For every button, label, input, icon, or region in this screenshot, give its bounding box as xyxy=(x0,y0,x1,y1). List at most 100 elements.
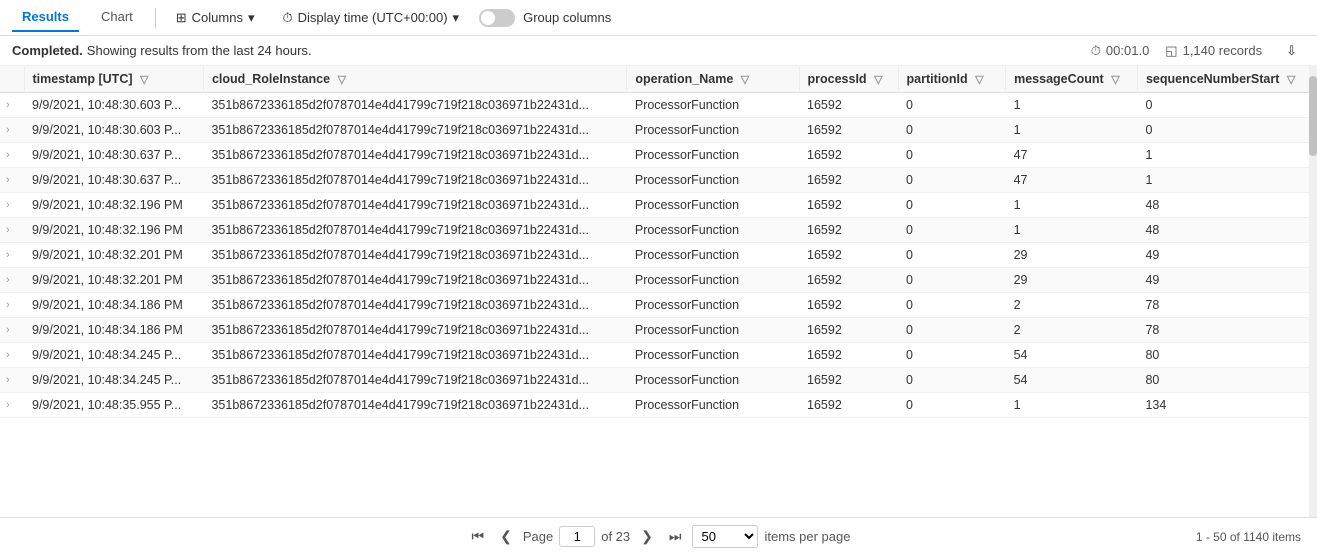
cell-cloud-6: 351b8672336185d2f0787014e4d41799c719f218… xyxy=(203,243,626,268)
seqnum-filter-icon[interactable]: ▽ xyxy=(1287,74,1295,86)
processid-filter-icon[interactable]: ▽ xyxy=(874,74,882,86)
col-partitionid-header[interactable]: partitionId ▽ xyxy=(898,66,1006,93)
group-columns-label: Group columns xyxy=(523,10,611,25)
cell-timestamp-3: 9/9/2021, 10:48:30.637 P... xyxy=(24,168,203,193)
duration-value: 00:01.0 xyxy=(1106,43,1149,58)
cell-seqnum-1: 0 xyxy=(1137,118,1316,143)
table-row[interactable]: › 9/9/2021, 10:48:30.603 P... 351b867233… xyxy=(0,93,1317,118)
cell-partitionid-9: 0 xyxy=(898,318,1006,343)
display-time-button[interactable]: ⏱ Display time (UTC+00:00) ▾ xyxy=(275,6,468,30)
cell-cloud-10: 351b8672336185d2f0787014e4d41799c719f218… xyxy=(203,343,626,368)
cell-operation-4: ProcessorFunction xyxy=(627,193,799,218)
tab-results[interactable]: Results xyxy=(12,3,79,32)
next-page-button[interactable]: ❯ xyxy=(636,526,658,547)
table-row[interactable]: › 9/9/2021, 10:48:30.603 P... 351b867233… xyxy=(0,118,1317,143)
scrollbar-track[interactable] xyxy=(1309,66,1317,517)
cell-operation-2: ProcessorFunction xyxy=(627,143,799,168)
last-page-button[interactable]: ⏭ xyxy=(664,526,687,547)
status-completed-label: Completed. xyxy=(12,43,83,58)
col-timestamp-header[interactable]: timestamp [UTC] ▽ xyxy=(24,66,203,93)
scrollbar-thumb[interactable] xyxy=(1309,76,1317,156)
table-row[interactable]: › 9/9/2021, 10:48:34.245 P... 351b867233… xyxy=(0,368,1317,393)
cell-operation-7: ProcessorFunction xyxy=(627,268,799,293)
cell-seqnum-8: 78 xyxy=(1137,293,1316,318)
first-page-button[interactable]: ⏮ xyxy=(467,526,490,547)
table-row[interactable]: › 9/9/2021, 10:48:34.186 PM 351b86723361… xyxy=(0,318,1317,343)
records-value: 1,140 records xyxy=(1183,43,1263,58)
row-expand-3[interactable]: › xyxy=(0,168,24,193)
table-row[interactable]: › 9/9/2021, 10:48:32.201 PM 351b86723361… xyxy=(0,243,1317,268)
timestamp-filter-icon[interactable]: ▽ xyxy=(140,74,148,86)
row-expand-2[interactable]: › xyxy=(0,143,24,168)
cell-partitionid-11: 0 xyxy=(898,368,1006,393)
toggle-knob xyxy=(481,11,495,25)
items-per-page-select[interactable]: 50 100 200 xyxy=(692,525,758,548)
cell-timestamp-6: 9/9/2021, 10:48:32.201 PM xyxy=(24,243,203,268)
cell-operation-0: ProcessorFunction xyxy=(627,93,799,118)
of-pages-label: of 23 xyxy=(601,529,630,544)
cell-operation-1: ProcessorFunction xyxy=(627,118,799,143)
cloud-filter-icon[interactable]: ▽ xyxy=(338,74,346,86)
partitionid-filter-icon[interactable]: ▽ xyxy=(975,74,983,86)
cell-processid-4: 16592 xyxy=(799,193,898,218)
cell-processid-0: 16592 xyxy=(799,93,898,118)
table-row[interactable]: › 9/9/2021, 10:48:32.201 PM 351b86723361… xyxy=(0,268,1317,293)
row-expand-0[interactable]: › xyxy=(0,93,24,118)
cell-partitionid-7: 0 xyxy=(898,268,1006,293)
cell-cloud-12: 351b8672336185d2f0787014e4d41799c719f218… xyxy=(203,393,626,418)
cell-messagecount-11: 54 xyxy=(1006,368,1138,393)
row-expand-1[interactable]: › xyxy=(0,118,24,143)
cell-messagecount-1: 1 xyxy=(1006,118,1138,143)
row-expand-8[interactable]: › xyxy=(0,293,24,318)
row-expand-10[interactable]: › xyxy=(0,343,24,368)
row-expand-6[interactable]: › xyxy=(0,243,24,268)
records-icon: ◱ xyxy=(1165,43,1177,59)
group-columns-container: Group columns xyxy=(479,9,611,27)
table-row[interactable]: › 9/9/2021, 10:48:35.955 P... 351b867233… xyxy=(0,393,1317,418)
col-operation-header[interactable]: operation_Name ▽ xyxy=(627,66,799,93)
cell-partitionid-6: 0 xyxy=(898,243,1006,268)
table-row[interactable]: › 9/9/2021, 10:48:30.637 P... 351b867233… xyxy=(0,168,1317,193)
col-partitionid-label: partitionId xyxy=(907,72,968,86)
operation-filter-icon[interactable]: ▽ xyxy=(741,74,749,86)
table-row[interactable]: › 9/9/2021, 10:48:34.186 PM 351b86723361… xyxy=(0,293,1317,318)
cell-partitionid-4: 0 xyxy=(898,193,1006,218)
cell-timestamp-1: 9/9/2021, 10:48:30.603 P... xyxy=(24,118,203,143)
table-row[interactable]: › 9/9/2021, 10:48:32.196 PM 351b86723361… xyxy=(0,218,1317,243)
pagination-bar: ⏮ ❮ Page of 23 ❯ ⏭ 50 100 200 items per … xyxy=(0,517,1317,555)
row-expand-9[interactable]: › xyxy=(0,318,24,343)
cell-partitionid-8: 0 xyxy=(898,293,1006,318)
group-columns-toggle[interactable] xyxy=(479,9,515,27)
col-messagecount-header[interactable]: messageCount ▽ xyxy=(1006,66,1138,93)
row-expand-5[interactable]: › xyxy=(0,218,24,243)
col-processid-header[interactable]: processId ▽ xyxy=(799,66,898,93)
col-cloud-header[interactable]: cloud_RoleInstance ▽ xyxy=(203,66,626,93)
cell-partitionid-1: 0 xyxy=(898,118,1006,143)
row-expand-4[interactable]: › xyxy=(0,193,24,218)
col-seqnum-header[interactable]: sequenceNumberStart ▽ xyxy=(1137,66,1316,93)
cell-processid-8: 16592 xyxy=(799,293,898,318)
table-row[interactable]: › 9/9/2021, 10:48:34.245 P... 351b867233… xyxy=(0,343,1317,368)
cell-cloud-11: 351b8672336185d2f0787014e4d41799c719f218… xyxy=(203,368,626,393)
cell-partitionid-2: 0 xyxy=(898,143,1006,168)
cell-processid-9: 16592 xyxy=(799,318,898,343)
cell-messagecount-4: 1 xyxy=(1006,193,1138,218)
columns-button[interactable]: ⊞ Columns ▾ xyxy=(168,6,263,30)
page-number-input[interactable] xyxy=(559,526,595,547)
row-expand-11[interactable]: › xyxy=(0,368,24,393)
row-expand-12[interactable]: › xyxy=(0,393,24,418)
cell-messagecount-6: 29 xyxy=(1006,243,1138,268)
row-expand-7[interactable]: › xyxy=(0,268,24,293)
pagination-summary: 1 - 50 of 1140 items xyxy=(1196,530,1301,544)
cell-timestamp-4: 9/9/2021, 10:48:32.196 PM xyxy=(24,193,203,218)
tab-chart[interactable]: Chart xyxy=(91,3,143,32)
prev-page-button[interactable]: ❮ xyxy=(495,526,517,547)
table-row[interactable]: › 9/9/2021, 10:48:30.637 P... 351b867233… xyxy=(0,143,1317,168)
cell-seqnum-7: 49 xyxy=(1137,268,1316,293)
col-seqnum-label: sequenceNumberStart xyxy=(1146,72,1279,86)
cell-timestamp-9: 9/9/2021, 10:48:34.186 PM xyxy=(24,318,203,343)
messagecount-filter-icon[interactable]: ▽ xyxy=(1111,74,1119,86)
cell-timestamp-7: 9/9/2021, 10:48:32.201 PM xyxy=(24,268,203,293)
table-row[interactable]: › 9/9/2021, 10:48:32.196 PM 351b86723361… xyxy=(0,193,1317,218)
export-button[interactable]: ⇩ xyxy=(1278,39,1305,63)
